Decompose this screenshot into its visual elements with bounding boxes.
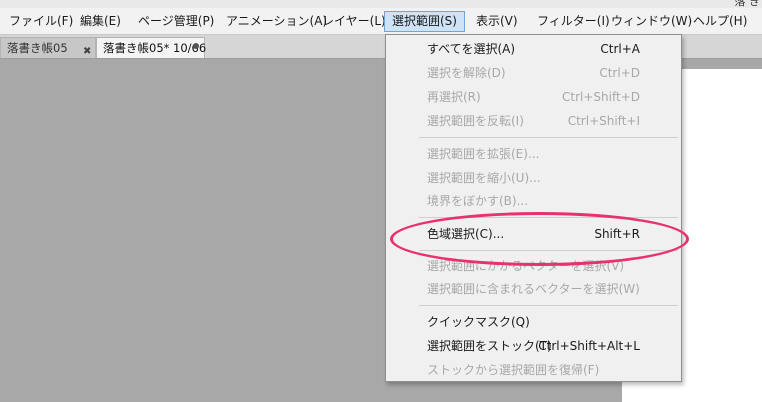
window-title: 落 き — [734, 0, 761, 8]
title-bar: 落 き — [0, 0, 762, 8]
menu-item-feather-border[interactable]: 境界をぼかす(B)... — [386, 190, 681, 213]
menu-item-invert-selection[interactable]: 選択範囲を反転(I) Ctrl+Shift+I — [386, 110, 681, 133]
menu-file[interactable]: ファイル(F) — [2, 11, 80, 32]
modified-dot-icon[interactable] — [193, 43, 199, 49]
shortcut-label: Ctrl+Shift+D — [562, 90, 640, 104]
menu-separator — [419, 305, 678, 306]
menu-layer[interactable]: レイヤー(L) — [315, 11, 393, 32]
menu-bar: ファイル(F) 編集(E) ページ管理(P) アニメーション(A) レイヤー(L… — [0, 8, 762, 35]
shortcut-label: Ctrl+Shift+Alt+L — [538, 339, 640, 353]
menu-item-select-enclosed-vectors[interactable]: 選択範囲に含まれるベクターを選択(W) — [386, 278, 681, 301]
menu-help[interactable]: ヘルプ(H) — [686, 11, 754, 32]
shortcut-label: Ctrl+D — [599, 66, 640, 80]
menu-item-quick-mask[interactable]: クイックマスク(Q) — [386, 311, 681, 334]
menu-item-select-all[interactable]: すべてを選択(A) Ctrl+A — [386, 38, 681, 61]
menu-item-stock-selection[interactable]: 選択範囲をストック(T) Ctrl+Shift+Alt+L — [386, 335, 681, 358]
menu-separator — [419, 137, 678, 138]
menu-item-reselect[interactable]: 再選択(R) Ctrl+Shift+D — [386, 86, 681, 109]
menu-item-deselect[interactable]: 選択を解除(D) Ctrl+D — [386, 62, 681, 85]
tab-label: 落書き帳05 — [7, 41, 68, 55]
shortcut-label: Ctrl+Shift+I — [567, 114, 640, 128]
menu-window[interactable]: ウィンドウ(W) — [604, 11, 699, 32]
menu-item-restore-from-stock[interactable]: ストックから選択範囲を復帰(F) — [386, 359, 681, 382]
menu-item-select-overlapping-vectors[interactable]: 選択範囲にかかるベクターを選択(V) — [386, 255, 681, 278]
shortcut-label: Ctrl+A — [600, 42, 640, 56]
menu-selection[interactable]: 選択範囲(S) — [384, 11, 465, 32]
menu-separator — [419, 250, 678, 251]
menu-page[interactable]: ページ管理(P) — [131, 11, 221, 32]
menu-edit[interactable]: 編集(E) — [73, 11, 128, 32]
menu-separator — [419, 217, 678, 218]
shortcut-label: Shift+R — [594, 227, 640, 241]
selection-menu-dropdown: すべてを選択(A) Ctrl+A 選択を解除(D) Ctrl+D 再選択(R) … — [385, 34, 682, 382]
tab-document-2[interactable]: 落書き帳05* 10/66 — [96, 37, 207, 58]
menu-view[interactable]: 表示(V) — [469, 11, 525, 32]
menu-item-shrink-selection[interactable]: 選択範囲を縮小(U)... — [386, 167, 681, 190]
tab-document-1[interactable]: 落書き帳05 ✖ — [0, 37, 96, 58]
menu-item-color-range[interactable]: 色域選択(C)... Shift+R — [386, 223, 681, 246]
menu-item-expand-selection[interactable]: 選択範囲を拡張(E)... — [386, 143, 681, 166]
tab-label: 落書き帳05* 10/66 — [103, 41, 207, 55]
